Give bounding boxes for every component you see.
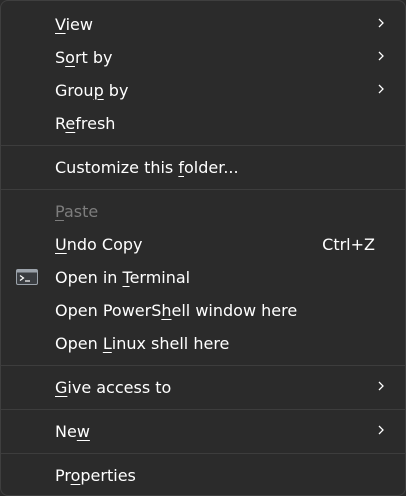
chevron-right-icon — [378, 18, 384, 28]
menu-item-label: Customize this folder... — [55, 157, 239, 177]
menu-item-label: View — [55, 14, 93, 34]
menu-item-label: Open PowerShell window here — [55, 300, 298, 320]
menu-item-label: Open in Terminal — [55, 267, 191, 287]
menu-item-open-in-terminal[interactable]: Open in Terminal — [5, 261, 401, 293]
menu-item-give-access[interactable]: Give access to — [5, 371, 401, 403]
menu-item-label: Properties — [55, 465, 136, 485]
menu-item-undo-copy[interactable]: Undo Copy Ctrl+Z — [5, 228, 401, 260]
menu-item-label: Paste — [55, 201, 99, 221]
menu-separator — [1, 409, 405, 410]
menu-separator — [1, 453, 405, 454]
chevron-right-icon — [378, 381, 384, 391]
menu-item-sort-by[interactable]: Sort by — [5, 41, 401, 73]
menu-separator — [1, 189, 405, 190]
menu-item-label: Undo Copy — [55, 234, 143, 254]
menu-item-label: Sort by — [55, 47, 113, 67]
menu-item-label: Group by — [55, 80, 129, 100]
shortcut-label: Ctrl+Z — [322, 234, 375, 254]
menu-item-open-linux-shell[interactable]: Open Linux shell here — [5, 327, 401, 359]
menu-item-group-by[interactable]: Group by — [5, 74, 401, 106]
chevron-right-icon — [378, 425, 384, 435]
menu-item-label: Give access to — [55, 377, 172, 397]
menu-item-properties[interactable]: Properties — [5, 459, 401, 491]
menu-item-label: Open Linux shell here — [55, 333, 230, 353]
context-menu: View Sort by Group by Refresh Customize … — [0, 0, 406, 496]
menu-item-label: Refresh — [55, 113, 116, 133]
chevron-right-icon — [378, 84, 384, 94]
menu-item-refresh[interactable]: Refresh — [5, 107, 401, 139]
menu-item-customize-folder[interactable]: Customize this folder... — [5, 151, 401, 183]
menu-item-view[interactable]: View — [5, 8, 401, 40]
menu-item-paste: Paste — [5, 195, 401, 227]
chevron-right-icon — [378, 51, 384, 61]
menu-item-open-powershell[interactable]: Open PowerShell window here — [5, 294, 401, 326]
terminal-icon — [16, 269, 38, 285]
menu-separator — [1, 145, 405, 146]
menu-separator — [1, 365, 405, 366]
menu-item-label: New — [55, 421, 90, 441]
menu-item-new[interactable]: New — [5, 415, 401, 447]
